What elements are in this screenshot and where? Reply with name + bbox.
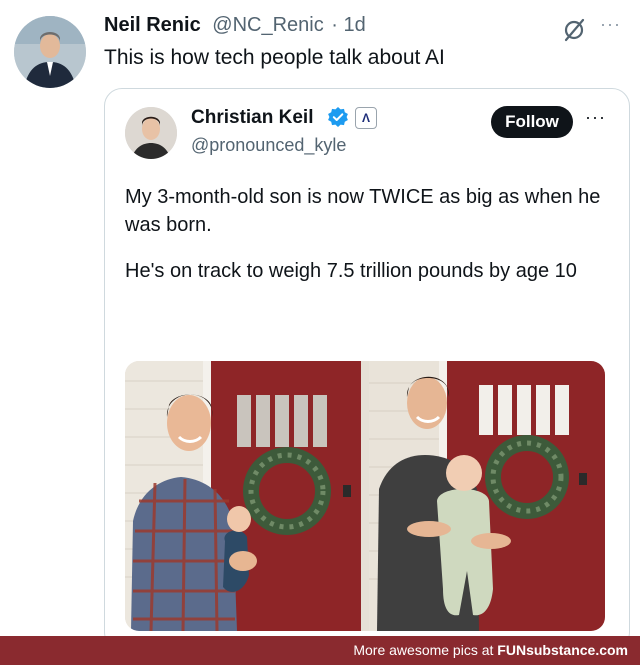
tweet-photos[interactable]	[125, 361, 605, 631]
tweet-container: Neil Renic @NC_Renic · 1d This is how te…	[0, 0, 640, 665]
follow-button[interactable]: Follow	[491, 106, 573, 138]
avatar-image	[14, 16, 86, 88]
quoted-avatar[interactable]	[125, 107, 177, 159]
quoted-avatar-image	[125, 107, 177, 159]
author-row: Neil Renic @NC_Renic · 1d	[104, 14, 366, 37]
quoted-tweet-text: My 3-month-old son is now TWICE as big a…	[125, 183, 605, 303]
watermark-brand[interactable]: FUNsubstance.com	[497, 642, 628, 658]
verified-badge-icon	[328, 107, 348, 127]
tweet-time[interactable]: · 1d	[331, 14, 365, 36]
more-icon[interactable]: ···	[600, 14, 621, 35]
tweet-text: This is how tech people talk about AI	[104, 46, 445, 69]
photo-three-months[interactable]	[369, 361, 605, 631]
quoted-paragraph-1: My 3-month-old son is now TWICE as big a…	[125, 186, 601, 236]
watermark-prefix: More awesome pics at	[353, 642, 498, 658]
watermark-bar: More awesome pics at FUNsubstance.com	[0, 636, 640, 665]
quoted-author-name[interactable]: Christian Keil	[191, 107, 313, 129]
photo-newborn[interactable]	[125, 361, 361, 631]
more-icon[interactable]: ···	[585, 107, 606, 128]
affiliate-logo-icon[interactable]: Λ	[355, 107, 377, 129]
quoted-paragraph-2: He's on track to weigh 7.5 trillion poun…	[125, 260, 577, 282]
quoted-tweet-card[interactable]: Christian Keil Λ @pronounced_kyle Follow…	[104, 88, 630, 650]
quoted-author-handle[interactable]: @pronounced_kyle	[191, 135, 346, 156]
author-handle[interactable]: @NC_Renic	[212, 14, 323, 36]
avatar[interactable]	[14, 16, 86, 88]
grok-slash-icon[interactable]	[560, 16, 588, 44]
watermark-text: More awesome pics at FUNsubstance.com	[353, 642, 628, 658]
author-name[interactable]: Neil Renic	[104, 14, 201, 36]
